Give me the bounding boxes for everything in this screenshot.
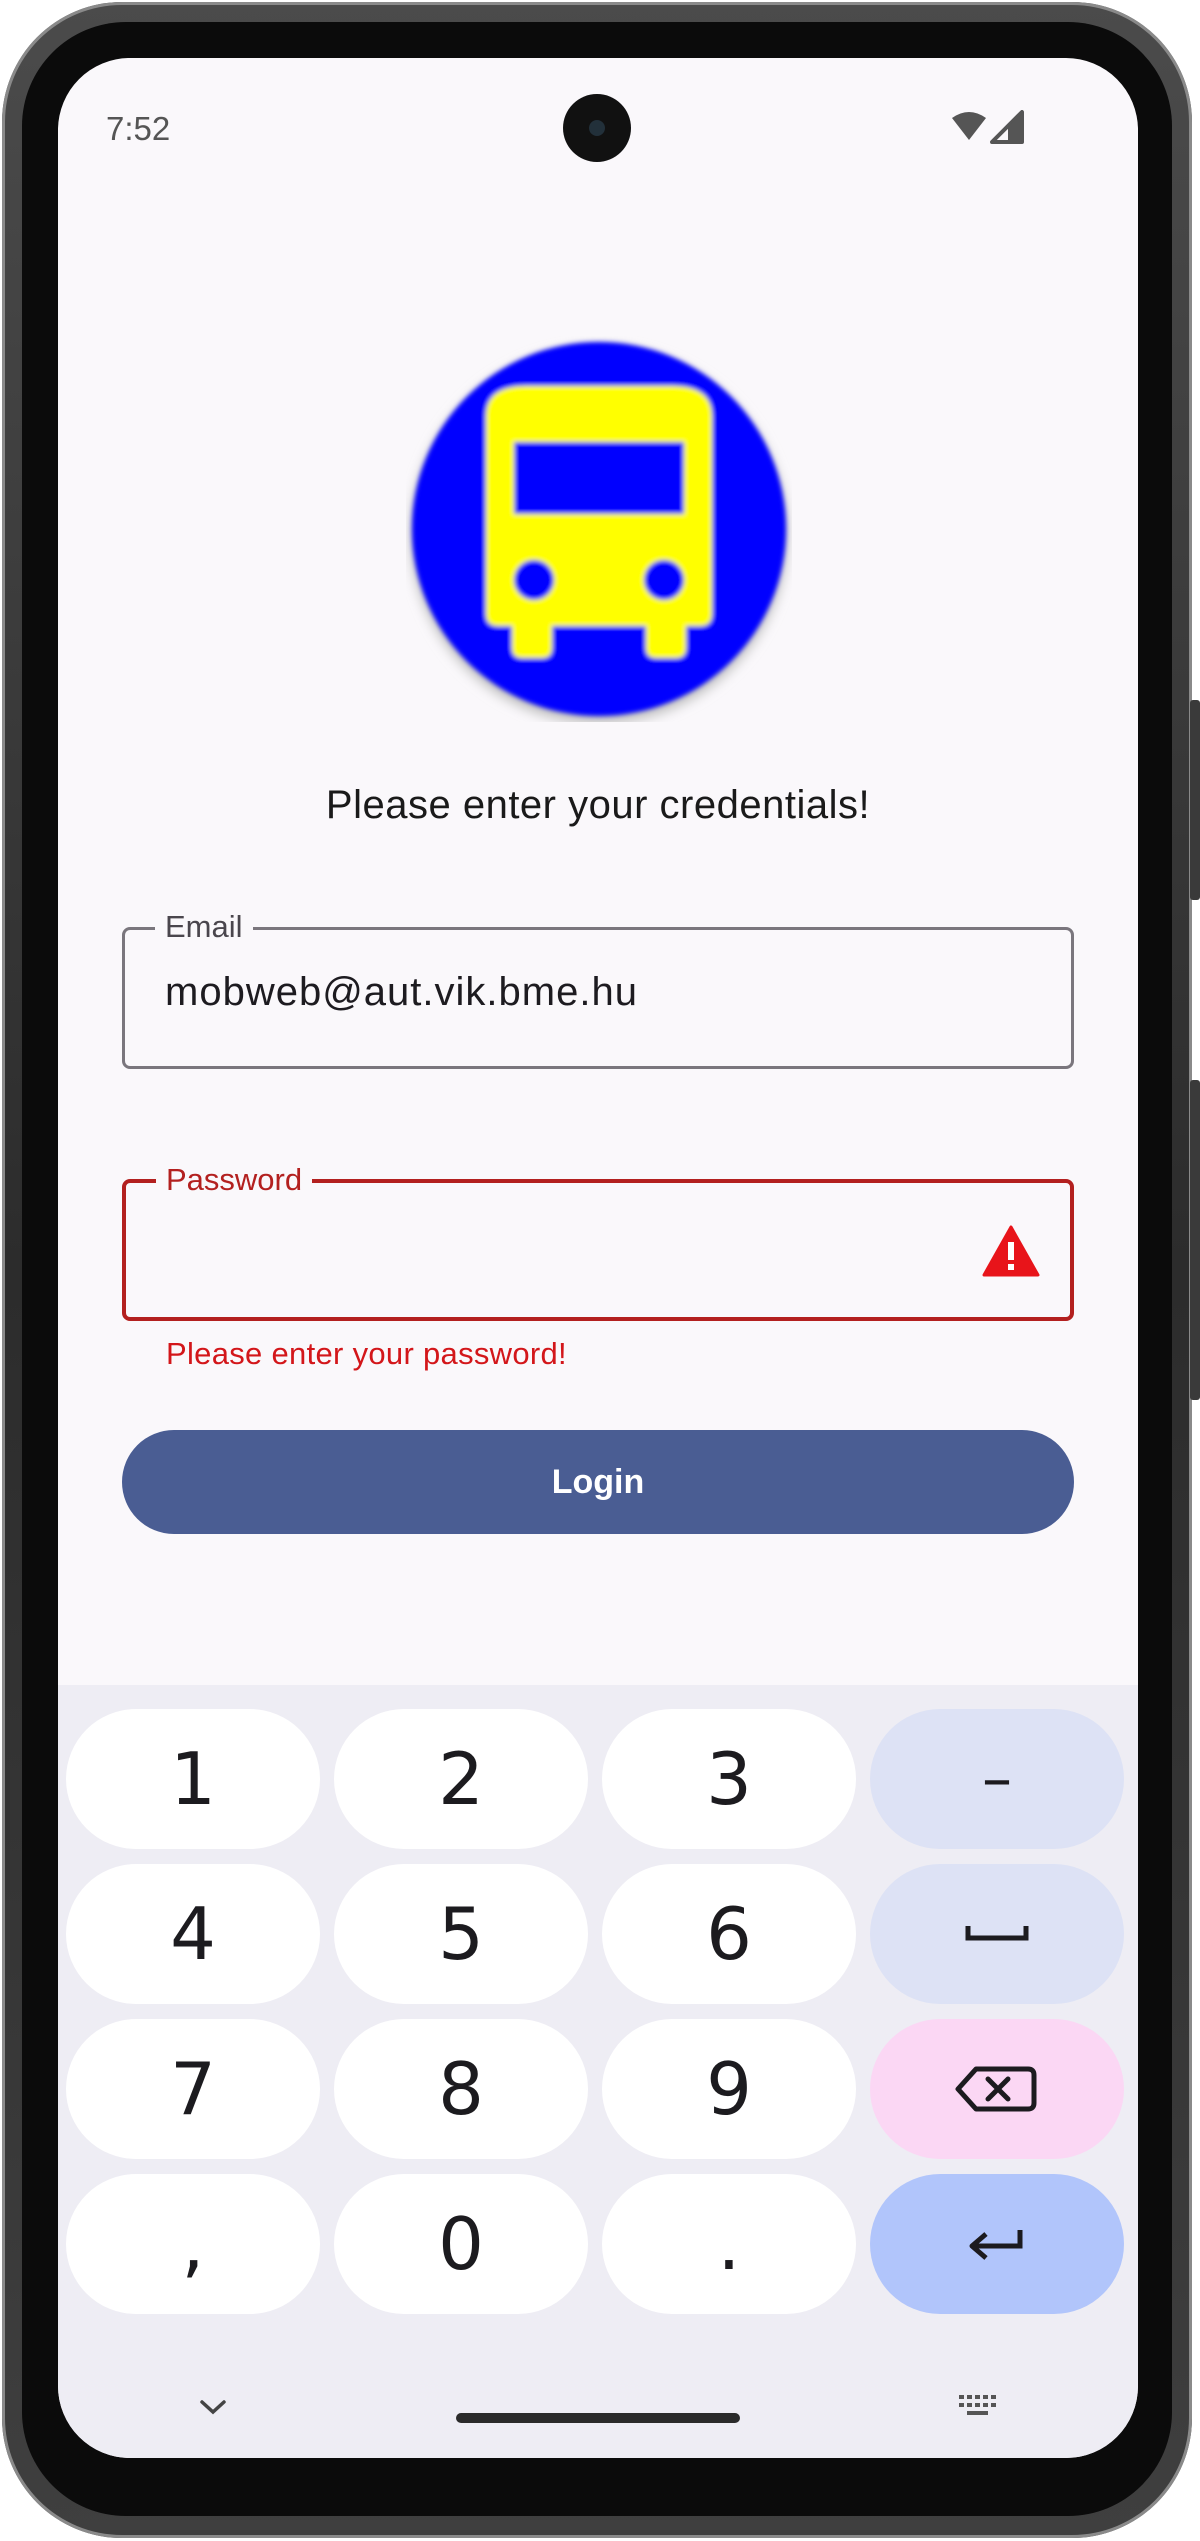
key-7[interactable]: 7 (66, 2019, 320, 2159)
credentials-prompt: Please enter your credentials! (325, 783, 871, 827)
key-5[interactable]: 5 (334, 1864, 588, 2004)
key-space[interactable] (870, 1864, 1124, 2004)
password-error-text: Please enter your password! (166, 1336, 567, 1371)
keyboard-switch-icon[interactable] (957, 2393, 1001, 2424)
enter-icon (969, 2230, 1023, 2260)
login-button[interactable]: Login (122, 1430, 1074, 1534)
bus-icon (486, 386, 712, 658)
space-icon (965, 1926, 1029, 1941)
key-3[interactable]: 3 (602, 1709, 856, 1849)
key-4[interactable]: 4 (66, 1864, 320, 2004)
password-label: Password (156, 1161, 313, 1199)
volume-button (1190, 1080, 1200, 1400)
numeric-keyboard: 1 2 3 – 4 5 6 7 8 9 , 0 . (58, 1685, 1138, 2458)
app-logo (406, 336, 792, 723)
backspace-icon (955, 2066, 1037, 2112)
status-time: 7:52 (106, 110, 171, 147)
key-0[interactable]: 0 (334, 2174, 588, 2314)
password-field[interactable]: Password (122, 1161, 1074, 1321)
front-camera (563, 94, 631, 162)
warning-icon (982, 1225, 1040, 1277)
power-button (1190, 700, 1200, 900)
wifi-icon (952, 112, 986, 140)
key-6[interactable]: 6 (602, 1864, 856, 2004)
key-9[interactable]: 9 (602, 2019, 856, 2159)
home-indicator[interactable] (456, 2413, 740, 2423)
key-2[interactable]: 2 (334, 1709, 588, 1849)
hide-keyboard-icon[interactable] (198, 2397, 228, 2422)
email-value[interactable]: mobweb@aut.vik.bme.hu (165, 970, 638, 1015)
key-comma[interactable]: , (66, 2174, 320, 2314)
key-period[interactable]: . (602, 2174, 856, 2314)
key-backspace[interactable] (870, 2019, 1124, 2159)
email-label: Email (155, 908, 253, 946)
phone-frame: 7:52 Please enter your credentials! Emai… (0, 0, 1200, 2541)
email-field[interactable]: Email mobweb@aut.vik.bme.hu (122, 908, 1074, 1069)
key-8[interactable]: 8 (334, 2019, 588, 2159)
key-1[interactable]: 1 (66, 1709, 320, 1849)
key-enter[interactable] (870, 2174, 1124, 2314)
key-minus[interactable]: – (870, 1709, 1124, 1849)
screen: 7:52 Please enter your credentials! Emai… (58, 58, 1138, 2458)
status-icons (950, 110, 1030, 144)
